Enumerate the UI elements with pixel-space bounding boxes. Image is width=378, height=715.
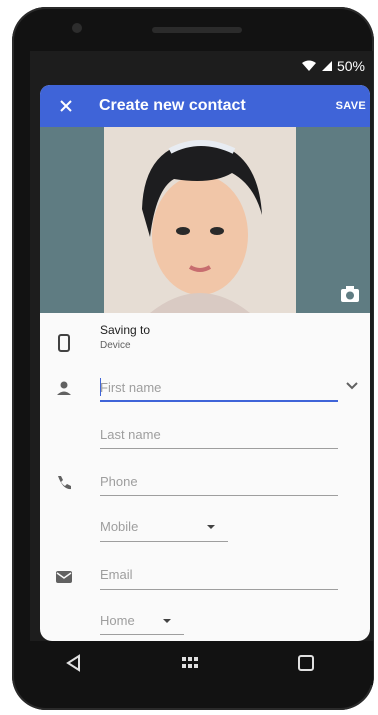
app-bar: Create new contact SAVE — [40, 85, 370, 127]
navigation-bar — [30, 641, 373, 685]
contact-photo — [104, 127, 296, 313]
last-name-input[interactable]: Last name — [100, 427, 161, 442]
status-icons: 50% — [301, 58, 365, 74]
signal-icon — [321, 61, 332, 71]
camera-icon[interactable] — [340, 285, 360, 303]
email-underline — [100, 589, 338, 590]
phone-frame: 50% Create new contact SAVE Saving to De… — [12, 7, 374, 710]
battery-level: 50% — [336, 58, 365, 74]
contact-photo-area[interactable] — [40, 127, 370, 313]
text-cursor — [100, 378, 101, 396]
recents-icon[interactable] — [296, 653, 316, 673]
first-name-input[interactable]: First name — [100, 380, 161, 395]
app-drawer-icon[interactable] — [180, 653, 200, 673]
phone-type-underline — [100, 541, 228, 542]
page-title: Create new contact — [99, 97, 246, 114]
status-bar: 50% — [30, 51, 373, 81]
device-icon — [58, 334, 70, 352]
dropdown-arrow-icon[interactable] — [162, 617, 172, 625]
email-type-select[interactable]: Home — [100, 613, 135, 628]
phone-input[interactable]: Phone — [100, 474, 138, 489]
close-icon[interactable] — [56, 96, 76, 116]
phone-type-select[interactable]: Mobile — [100, 519, 138, 534]
speaker-grille — [152, 27, 242, 33]
save-button[interactable]: SAVE — [336, 100, 366, 112]
portrait-illustration — [104, 127, 296, 313]
screen: 50% Create new contact SAVE Saving to De… — [30, 51, 373, 641]
create-contact-card: Create new contact SAVE Saving to Device… — [40, 85, 370, 641]
email-icon — [56, 571, 72, 583]
email-type-underline — [100, 634, 184, 635]
back-icon[interactable] — [64, 653, 84, 673]
chevron-down-icon[interactable] — [344, 377, 360, 393]
phone-underline — [100, 495, 338, 496]
email-input[interactable]: Email — [100, 567, 133, 582]
saving-to-value[interactable]: Device — [100, 340, 131, 351]
dropdown-arrow-icon[interactable] — [206, 523, 216, 531]
phone-icon — [58, 476, 71, 490]
front-camera — [72, 23, 82, 33]
last-name-underline — [100, 448, 338, 449]
saving-to-label: Saving to — [100, 323, 151, 337]
wifi-icon — [301, 60, 316, 71]
first-name-underline — [100, 400, 338, 402]
person-icon — [57, 381, 71, 395]
